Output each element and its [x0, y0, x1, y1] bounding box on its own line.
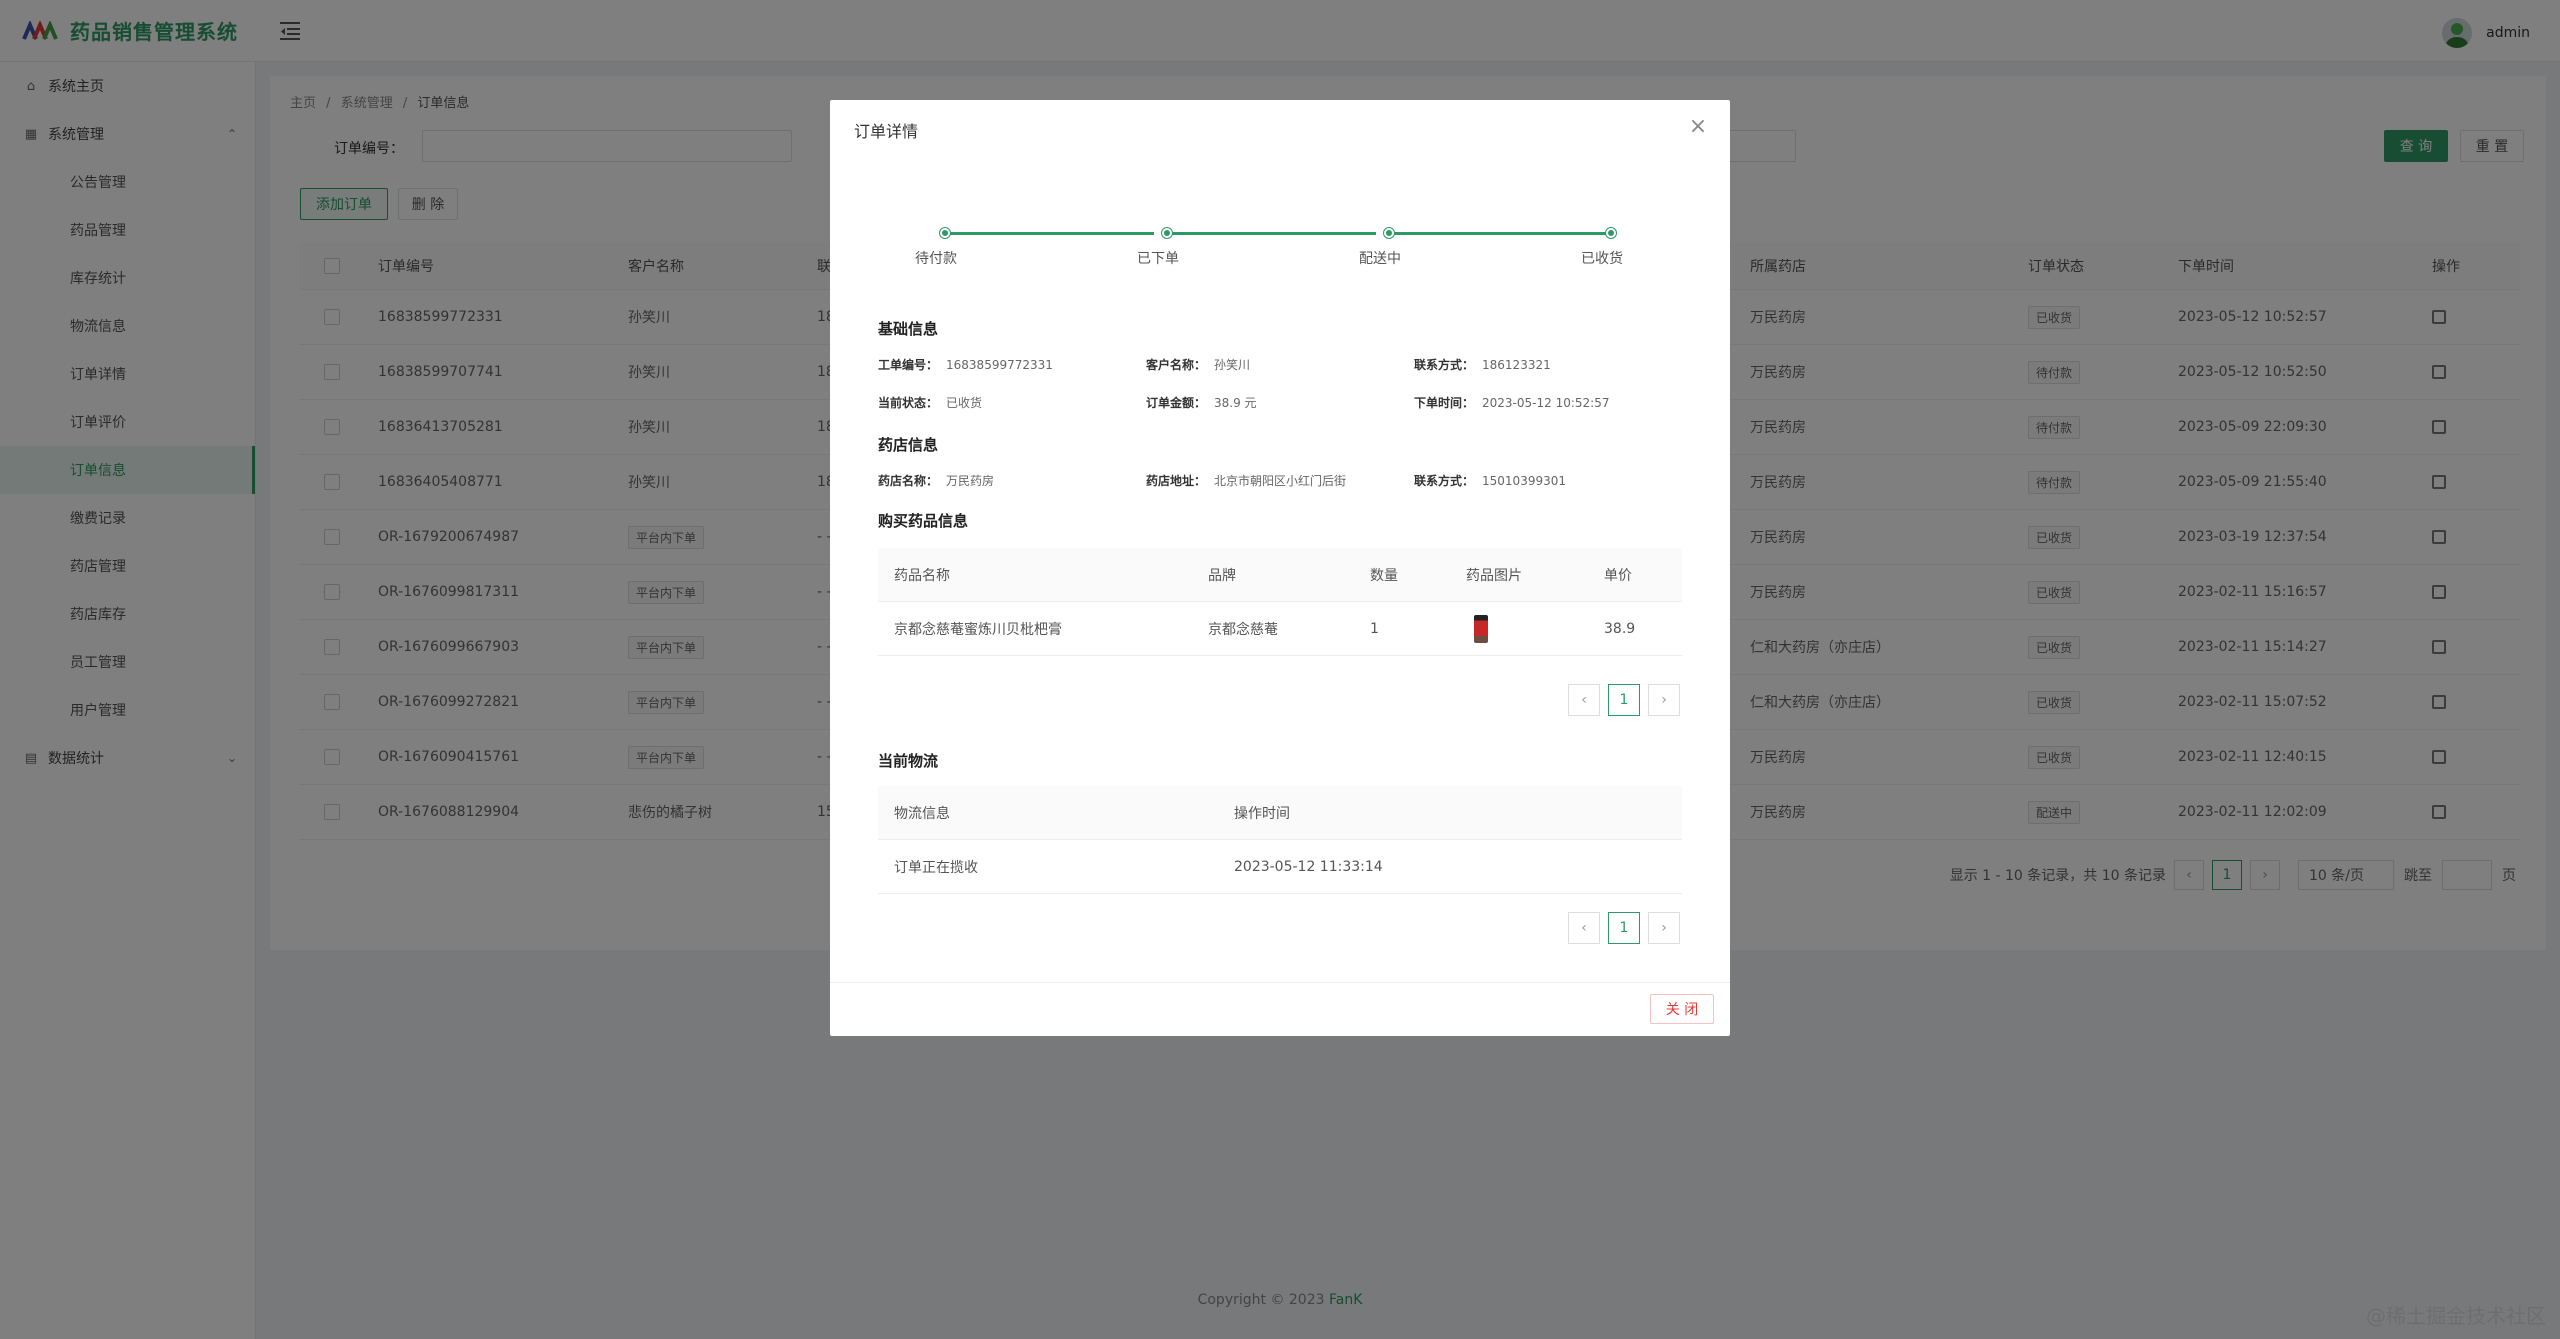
field-label: 下单时间：: [1414, 396, 1475, 410]
field-label: 联系方式：: [1414, 474, 1475, 488]
field-value: 186123321: [1482, 358, 1551, 372]
step-dot: [940, 228, 950, 238]
med-brand: 京都念慈菴: [1208, 621, 1278, 638]
col-price: 单价: [1604, 567, 1632, 584]
status-field: 当前状态： 已收货: [878, 394, 982, 411]
logistics-title: 当前物流: [878, 752, 939, 770]
field-label: 联系方式：: [1414, 358, 1475, 372]
field-label: 订单金额：: [1146, 396, 1207, 410]
field-label: 药店名称：: [878, 474, 939, 488]
field-value: 16838599772331: [946, 358, 1053, 372]
field-label: 当前状态：: [878, 396, 939, 410]
table-row: 京都念慈菴蜜炼川贝枇杷膏 京都念慈菴 1 38.9: [878, 602, 1682, 656]
next-page-button[interactable]: ›: [1648, 684, 1680, 716]
col-logistics-info: 物流信息: [894, 805, 950, 822]
logistics-pagination: ‹ 1 ›: [1560, 912, 1680, 944]
order-steps: 待付款 已下单 配送中 已收货: [915, 226, 1623, 286]
order-time-field: 下单时间： 2023-05-12 10:52:57: [1414, 394, 1609, 411]
med-qty: 1: [1370, 620, 1379, 637]
step-label: 待付款: [915, 251, 957, 267]
medicine-image[interactable]: [1474, 614, 1488, 643]
prev-page-button[interactable]: ‹: [1568, 684, 1600, 716]
modal-footer-divider: [830, 982, 1730, 983]
step-line: [948, 232, 1154, 235]
step-label: 已下单: [1137, 251, 1179, 267]
col-brand: 品牌: [1208, 567, 1236, 584]
page-number-button[interactable]: 1: [1608, 684, 1640, 716]
order-detail-modal: 订单详情 × 待付款 已下单 配送中 已收货 基础信息 工单编号： 1683859…: [830, 100, 1730, 1036]
next-page-button[interactable]: ›: [1648, 912, 1680, 944]
order-no-field: 工单编号： 16838599772331: [878, 356, 1053, 373]
step-label: 已收货: [1581, 251, 1623, 267]
amount-field: 订单金额： 38.9 元: [1146, 394, 1257, 411]
field-label: 客户名称：: [1146, 358, 1207, 372]
medicines-pagination: ‹ 1 ›: [1560, 684, 1680, 716]
field-label: 工单编号：: [878, 358, 939, 372]
logistics-info: 订单正在揽收: [894, 859, 978, 876]
close-button[interactable]: 关 闭: [1650, 994, 1714, 1024]
table-header: 药品名称 品牌 数量 药品图片 单价: [878, 548, 1682, 602]
close-icon[interactable]: ×: [1686, 114, 1710, 139]
step-dot: [1384, 228, 1394, 238]
page-number-button[interactable]: 1: [1608, 912, 1640, 944]
logistics-table: 物流信息 操作时间 订单正在揽收 2023-05-12 11:33:14: [878, 786, 1682, 894]
med-price: 38.9: [1604, 620, 1636, 637]
phone-field: 联系方式： 186123321: [1414, 356, 1551, 373]
medicines-title: 购买药品信息: [878, 512, 969, 530]
basic-info-title: 基础信息: [878, 320, 939, 338]
modal-title: 订单详情: [854, 122, 919, 141]
medicines-table: 药品名称 品牌 数量 药品图片 单价 京都念慈菴蜜炼川贝枇杷膏 京都念慈菴 1 …: [878, 548, 1682, 656]
step-line: [1170, 232, 1376, 235]
col-logistics-time: 操作时间: [1234, 805, 1290, 822]
col-med-name: 药品名称: [894, 567, 950, 584]
field-value: 38.9 元: [1214, 396, 1257, 410]
field-value: 北京市朝阳区小红门后街: [1214, 474, 1347, 488]
step-line: [1392, 232, 1606, 235]
step-label: 配送中: [1359, 251, 1401, 267]
med-name: 京都念慈菴蜜炼川贝枇杷膏: [894, 621, 1062, 638]
store-info-title: 药店信息: [878, 436, 939, 454]
field-value: 已收货: [946, 396, 983, 410]
col-image: 药品图片: [1466, 567, 1522, 584]
field-value: 万民药房: [946, 474, 995, 488]
store-address-field: 药店地址： 北京市朝阳区小红门后街: [1146, 472, 1346, 489]
table-header: 物流信息 操作时间: [878, 786, 1682, 840]
store-phone-field: 联系方式： 15010399301: [1414, 472, 1566, 489]
col-qty: 数量: [1370, 567, 1398, 584]
field-value: 15010399301: [1482, 474, 1566, 488]
store-name-field: 药店名称： 万民药房: [878, 472, 994, 489]
customer-field: 客户名称： 孙笑川: [1146, 356, 1250, 373]
step-dot: [1162, 228, 1172, 238]
table-row: 订单正在揽收 2023-05-12 11:33:14: [878, 840, 1682, 894]
field-label: 药店地址：: [1146, 474, 1207, 488]
field-value: 孙笑川: [1214, 358, 1251, 372]
prev-page-button[interactable]: ‹: [1568, 912, 1600, 944]
step-dot: [1606, 228, 1616, 238]
logistics-time: 2023-05-12 11:33:14: [1234, 858, 1383, 875]
field-value: 2023-05-12 10:52:57: [1482, 396, 1610, 410]
